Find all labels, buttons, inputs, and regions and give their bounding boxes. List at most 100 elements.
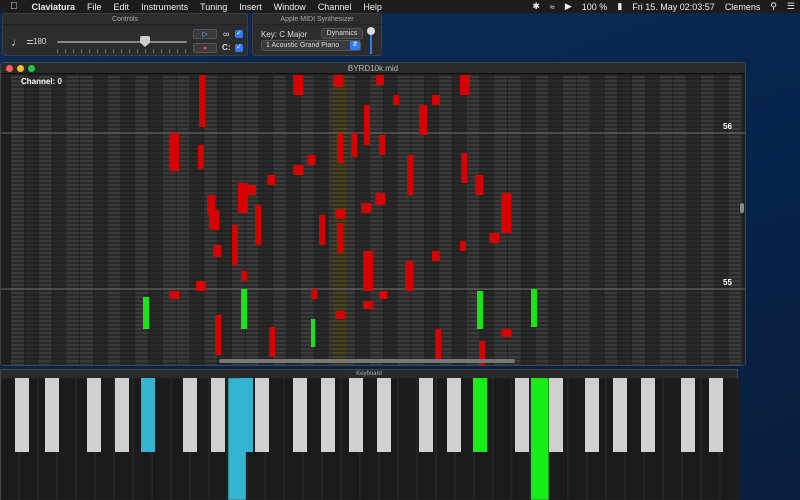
midi-note-red bbox=[363, 301, 373, 309]
midi-note-red bbox=[501, 329, 511, 337]
midi-note-red bbox=[379, 291, 387, 299]
upper-key bbox=[349, 378, 363, 452]
quarter-note-icon: ♩ = bbox=[11, 35, 34, 49]
volume-slider-knob[interactable] bbox=[367, 27, 375, 35]
midi-note-red bbox=[460, 241, 466, 251]
white-key bbox=[568, 378, 587, 500]
menu-channel[interactable]: Channel bbox=[312, 2, 358, 12]
horizontal-scrollbar[interactable] bbox=[219, 359, 515, 363]
piano-roll-window: BYRD10k.mid Channel: 0 56 55 bbox=[0, 62, 746, 366]
window-title: BYRD10k.mid bbox=[347, 64, 399, 73]
loop-checkbox[interactable]: ✓ bbox=[235, 30, 243, 38]
upper-key bbox=[473, 378, 487, 452]
upper-key bbox=[255, 378, 269, 452]
battery-text[interactable]: 100 % bbox=[577, 2, 613, 12]
upper-key bbox=[211, 378, 225, 452]
midi-note-red bbox=[335, 209, 345, 219]
c-checkbox[interactable]: ✓ bbox=[235, 44, 243, 52]
search-icon[interactable]: ⚲ bbox=[765, 1, 782, 12]
volume-icon[interactable]: ▶ bbox=[560, 1, 577, 12]
upper-key bbox=[419, 378, 433, 452]
window-titlebar: BYRD10k.mid bbox=[1, 63, 745, 74]
synth-title: Apple MIDI Synthesizer bbox=[253, 14, 381, 25]
white-key bbox=[360, 378, 379, 500]
menu-window[interactable]: Window bbox=[268, 2, 312, 12]
midi-note-red bbox=[209, 210, 219, 230]
battery-icon[interactable]: ▮ bbox=[612, 1, 627, 12]
midi-note-red bbox=[241, 271, 247, 281]
midi-note-green bbox=[477, 291, 483, 329]
upper-key bbox=[45, 378, 59, 452]
keyboard-title: Keyboard bbox=[1, 370, 737, 378]
midi-note-red bbox=[435, 329, 441, 359]
keyboard-window: Keyboard bbox=[0, 369, 739, 500]
midi-note-red bbox=[407, 155, 413, 195]
wifi-icon[interactable]: ≈ bbox=[545, 2, 560, 12]
upper-key bbox=[681, 378, 695, 452]
midi-note-red bbox=[337, 133, 343, 163]
c-label: C: bbox=[222, 43, 231, 52]
midi-note-red bbox=[293, 75, 303, 95]
menu-app-name[interactable]: Claviatura bbox=[26, 2, 82, 12]
instrument-select[interactable]: 1 Acoustic Grand Piano ⇵ bbox=[261, 40, 361, 51]
piano-roll[interactable]: Channel: 0 56 55 bbox=[1, 75, 745, 365]
midi-note-red bbox=[215, 315, 221, 355]
menu-list-icon[interactable]: ☰ bbox=[782, 1, 800, 12]
upper-key bbox=[641, 378, 655, 452]
upper-key bbox=[585, 378, 599, 452]
midi-note-red bbox=[501, 193, 511, 233]
midi-note-red bbox=[376, 75, 384, 85]
midi-note-red bbox=[199, 75, 205, 127]
upper-key bbox=[87, 378, 101, 452]
upper-key bbox=[15, 378, 29, 452]
dynamics-button[interactable]: Dynamics bbox=[321, 28, 363, 39]
white-key bbox=[663, 378, 682, 500]
menu-instruments[interactable]: Instruments bbox=[135, 2, 194, 12]
midi-note-red bbox=[169, 133, 179, 171]
white-key bbox=[398, 378, 417, 500]
midi-note-red bbox=[379, 135, 385, 155]
clock[interactable]: Fri 15. May 02:03:57 bbox=[627, 2, 720, 12]
menu-insert[interactable]: Insert bbox=[233, 2, 268, 12]
piano-roll-canvas[interactable] bbox=[1, 75, 745, 365]
play-icon: ▷ bbox=[202, 31, 208, 38]
loop-icon: ∞ bbox=[223, 29, 230, 39]
upper-key bbox=[531, 378, 545, 452]
upper-key bbox=[293, 378, 307, 452]
white-key bbox=[625, 378, 644, 500]
menu-file[interactable]: File bbox=[81, 2, 108, 12]
upper-key bbox=[549, 378, 563, 452]
controls-title: Controls bbox=[3, 14, 247, 25]
tempo-value[interactable]: 180 bbox=[33, 37, 46, 46]
midi-note-red bbox=[405, 261, 413, 291]
bluetooth-icon[interactable]: ✱ bbox=[527, 1, 545, 12]
midi-note-red bbox=[333, 75, 343, 87]
controls-panel: Controls ♩ = 180 ▷ ● ∞ C: ✓ ✓ bbox=[2, 13, 248, 56]
tempo-slider[interactable] bbox=[57, 41, 187, 43]
midi-note-red bbox=[489, 233, 499, 243]
midi-note-red bbox=[393, 95, 399, 105]
key-label: Key: C Major bbox=[261, 30, 308, 39]
user-name[interactable]: Clemens bbox=[720, 2, 766, 12]
midi-note-red bbox=[311, 289, 317, 299]
midi-note-red bbox=[335, 311, 345, 319]
vertical-scrollbar[interactable] bbox=[740, 203, 744, 213]
apple-icon[interactable]:  bbox=[0, 1, 26, 12]
menu-edit[interactable]: Edit bbox=[108, 2, 136, 12]
play-button[interactable]: ▷ bbox=[193, 29, 217, 39]
tempo-slider-knob[interactable] bbox=[140, 36, 150, 47]
status-area: ✱ ≈ ▶ 100 % ▮ Fri 15. May 02:03:57 Cleme… bbox=[527, 1, 800, 12]
white-key bbox=[57, 378, 76, 500]
midi-note-red bbox=[248, 185, 256, 195]
midi-note-red bbox=[267, 175, 275, 185]
midi-note-red bbox=[269, 327, 275, 357]
midi-note-green bbox=[311, 319, 315, 347]
keyboard-canvas[interactable] bbox=[1, 378, 739, 500]
menu-tuning[interactable]: Tuning bbox=[194, 2, 233, 12]
menu-help[interactable]: Help bbox=[357, 2, 388, 12]
midi-note-red bbox=[460, 75, 470, 95]
upper-key bbox=[447, 378, 461, 452]
midi-note-red bbox=[169, 291, 179, 299]
synth-panel: Apple MIDI Synthesizer Key: C Major Dyna… bbox=[252, 13, 382, 56]
record-button[interactable]: ● bbox=[193, 43, 217, 53]
